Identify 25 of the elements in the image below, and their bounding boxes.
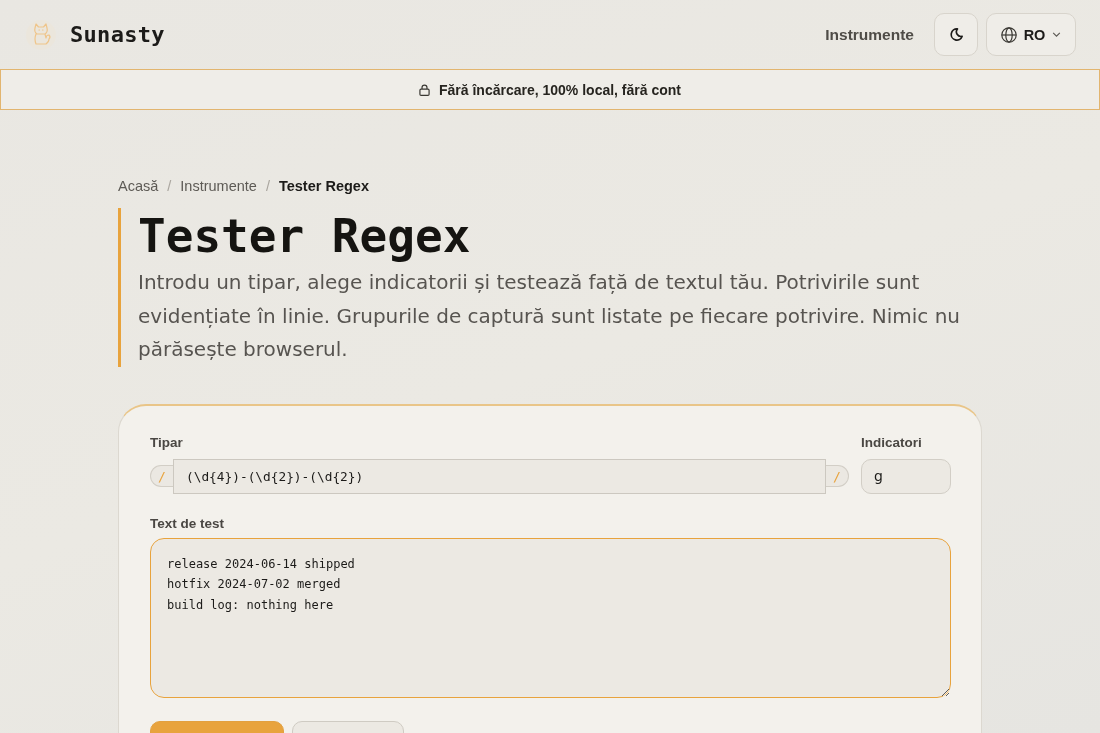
field-label: Tipar xyxy=(150,434,184,451)
delimiter-pill: / xyxy=(826,465,849,487)
language-button[interactable]: RO xyxy=(986,13,1076,56)
flags-input[interactable]: g xyxy=(861,458,951,494)
chevron-down-icon xyxy=(1052,32,1062,37)
field-label: Text de test xyxy=(150,515,226,532)
page-title: Tester Regex xyxy=(138,208,472,264)
breadcrumb-separator: / xyxy=(167,178,172,194)
cat-logo-icon xyxy=(26,19,56,50)
field-label: Indicatori xyxy=(861,434,923,451)
breadcrumb-item[interactable]: Instrumente xyxy=(180,178,257,194)
breadcrumb-separator: / xyxy=(265,178,270,194)
page-description: Introdu un tipar, alege indicatorii și testează față de textul tău. Potrivirile sunt evidențiate în linie. Grupurile de captură sunt listate pe fiecare potrivire. Nimic nu părăsește browserul. xyxy=(138,269,961,363)
nav-link[interactable]: Instrumente xyxy=(825,25,914,44)
breadcrumb-item[interactable]: Acasă xyxy=(118,178,159,194)
theme-toggle-button[interactable] xyxy=(934,13,978,56)
delimiter-pill: / xyxy=(150,465,173,487)
pattern-input[interactable]: (\d{4})-(\d{2})-(\d{2}) xyxy=(173,458,826,494)
lock-icon xyxy=(419,83,430,96)
breadcrumb-item: Tester Regex xyxy=(278,178,369,194)
moon-icon xyxy=(949,28,963,41)
test-text-area[interactable]: release 2024-06-14 shipped hotfix 2024-07-02 merged build log: nothing here xyxy=(150,537,951,698)
banner-text: Fără încărcare, 100% local, fără cont xyxy=(439,81,681,98)
brand-name[interactable]: Sunasty xyxy=(70,22,165,47)
globe-icon xyxy=(1000,26,1017,43)
